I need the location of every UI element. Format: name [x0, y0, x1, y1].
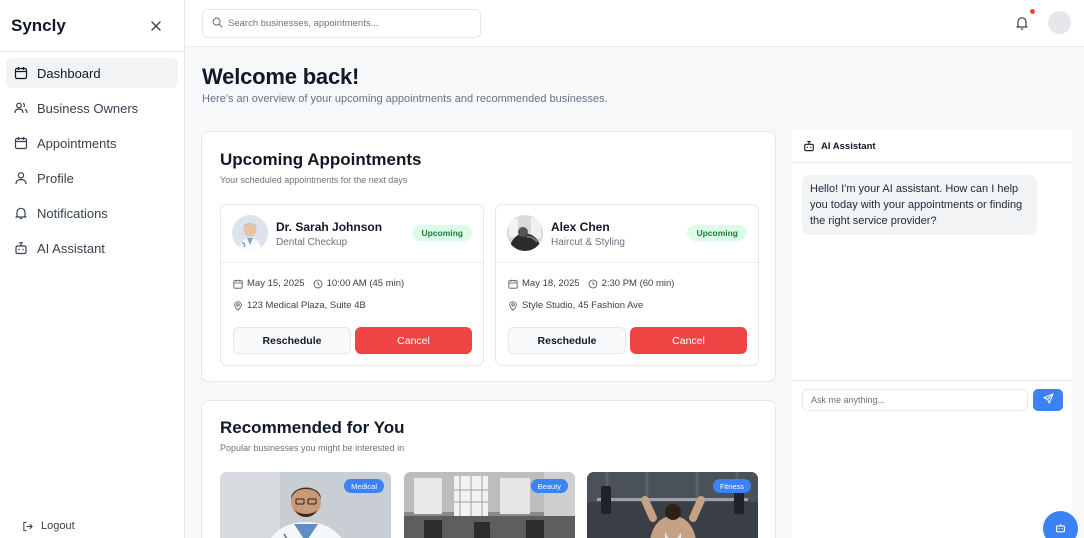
- bot-icon: [1055, 520, 1066, 538]
- appointment-card: Dr. Sarah Johnson Dental Checkup Upcomin…: [220, 204, 484, 366]
- recommended-subtitle: Popular businesses you might be interest…: [220, 443, 405, 453]
- upcoming-title: Upcoming Appointments: [220, 150, 422, 169]
- sidebar-nav: Dashboard Business Owners Appointments P…: [0, 52, 184, 274]
- logout-icon: [22, 521, 33, 532]
- appointment-header: Alex Chen Haircut & Styling Upcoming: [496, 205, 758, 263]
- clock-icon: [313, 279, 323, 289]
- notification-bell-icon[interactable]: [1015, 15, 1029, 31]
- appointment-time: 10:00 AM (45 min): [326, 278, 405, 289]
- top-bar: [185, 0, 1084, 47]
- appointment-datetime: May 15, 2025 10:00 AM (45 min): [233, 278, 404, 289]
- sidebar-item-profile[interactable]: Profile: [6, 163, 178, 193]
- bot-icon: [14, 241, 28, 255]
- sidebar-item-label: Dashboard: [37, 65, 101, 81]
- appointment-date: May 18, 2025: [522, 278, 580, 289]
- logout-button[interactable]: Logout: [22, 514, 75, 538]
- page-subtitle: Here's an overview of your upcoming appo…: [202, 93, 608, 105]
- sidebar-item-dashboard[interactable]: Dashboard: [6, 58, 178, 88]
- map-pin-icon: [508, 300, 518, 311]
- business-card-fitness[interactable]: Fitness: [587, 472, 758, 538]
- map-pin-icon: [233, 300, 243, 311]
- provider-name: Alex Chen: [551, 220, 610, 234]
- ai-assistant-header: AI Assistant: [792, 130, 1072, 163]
- service-name: Dental Checkup: [276, 237, 348, 248]
- sidebar-item-label: AI Assistant: [37, 240, 105, 256]
- ai-assistant-panel: AI Assistant Hello! I'm your AI assistan…: [792, 130, 1072, 538]
- appointment-header: Dr. Sarah Johnson Dental Checkup Upcomin…: [221, 205, 483, 263]
- ai-chat-fab-button[interactable]: [1043, 511, 1078, 538]
- sidebar: Syncly Dashboard Business Owners Appoint…: [0, 0, 185, 538]
- provider-name: Dr. Sarah Johnson: [276, 220, 383, 234]
- recommended-card: Recommended for You Popular businesses y…: [201, 400, 776, 538]
- users-icon: [14, 101, 28, 115]
- clock-icon: [588, 279, 598, 289]
- appointment-card: Alex Chen Haircut & Styling Upcoming May…: [495, 204, 759, 366]
- assistant-message: Hello! I'm your AI assistant. How can I …: [802, 175, 1037, 235]
- search-icon: [212, 15, 223, 33]
- logout-label: Logout: [41, 520, 75, 532]
- sidebar-item-business-owners[interactable]: Business Owners: [6, 93, 178, 123]
- sidebar-item-notifications[interactable]: Notifications: [6, 198, 178, 228]
- calendar-icon: [14, 66, 28, 80]
- search-input[interactable]: [228, 18, 468, 29]
- appointment-datetime: May 18, 2025 2:30 PM (60 min): [508, 278, 674, 289]
- calendar-icon: [14, 136, 28, 150]
- bot-icon: [803, 140, 815, 152]
- sidebar-item-label: Notifications: [37, 205, 108, 221]
- location-text: Style Studio, 45 Fashion Ave: [522, 300, 644, 311]
- sidebar-item-label: Profile: [37, 170, 74, 186]
- reschedule-button[interactable]: Reschedule: [508, 327, 626, 354]
- page-title: Welcome back!: [202, 64, 360, 89]
- cancel-button[interactable]: Cancel: [630, 327, 747, 354]
- sidebar-item-ai-assistant[interactable]: AI Assistant: [6, 233, 178, 263]
- location-text: 123 Medical Plaza, Suite 4B: [247, 300, 366, 311]
- provider-photo: [232, 215, 268, 251]
- welcome-section: Welcome back! Here's an overview of your…: [202, 64, 608, 105]
- upcoming-subtitle: Your scheduled appointments for the next…: [220, 175, 408, 185]
- bell-icon: [14, 206, 28, 220]
- category-badge: Fitness: [712, 479, 751, 493]
- user-icon: [14, 171, 28, 185]
- close-icon[interactable]: [148, 18, 164, 34]
- send-icon: [1042, 391, 1054, 409]
- recommended-title: Recommended for You: [220, 418, 405, 437]
- sidebar-header: Syncly: [0, 0, 184, 52]
- business-card-beauty[interactable]: Beauty: [404, 472, 575, 538]
- appointment-location: 123 Medical Plaza, Suite 4B: [233, 300, 366, 311]
- cancel-button[interactable]: Cancel: [355, 327, 472, 354]
- sidebar-item-appointments[interactable]: Appointments: [6, 128, 178, 158]
- chat-input-row: [792, 380, 1072, 415]
- appointment-time: 2:30 PM (60 min): [601, 278, 675, 289]
- ai-assistant-title: AI Assistant: [821, 140, 876, 152]
- calendar-icon: [233, 279, 243, 289]
- service-name: Haircut & Styling: [551, 237, 625, 248]
- status-badge: Upcoming: [687, 225, 747, 241]
- brand-logo: Syncly: [11, 15, 66, 35]
- category-badge: Medical: [344, 479, 384, 493]
- status-badge: Upcoming: [412, 225, 472, 241]
- reschedule-button[interactable]: Reschedule: [233, 327, 351, 354]
- upcoming-appointments-card: Upcoming Appointments Your scheduled app…: [201, 131, 776, 382]
- category-badge: Beauty: [530, 479, 568, 493]
- sidebar-item-label: Appointments: [37, 135, 117, 151]
- search-box[interactable]: [202, 9, 481, 38]
- chat-input[interactable]: [802, 389, 1028, 411]
- provider-photo: [507, 215, 543, 251]
- appointment-date: May 15, 2025: [247, 278, 305, 289]
- notification-dot: [1030, 9, 1035, 14]
- appointment-location: Style Studio, 45 Fashion Ave: [508, 300, 643, 311]
- user-avatar[interactable]: [1048, 11, 1071, 34]
- send-button[interactable]: [1033, 389, 1063, 411]
- calendar-icon: [508, 279, 518, 289]
- business-card-medical[interactable]: Medical: [220, 472, 391, 538]
- sidebar-item-label: Business Owners: [37, 100, 139, 116]
